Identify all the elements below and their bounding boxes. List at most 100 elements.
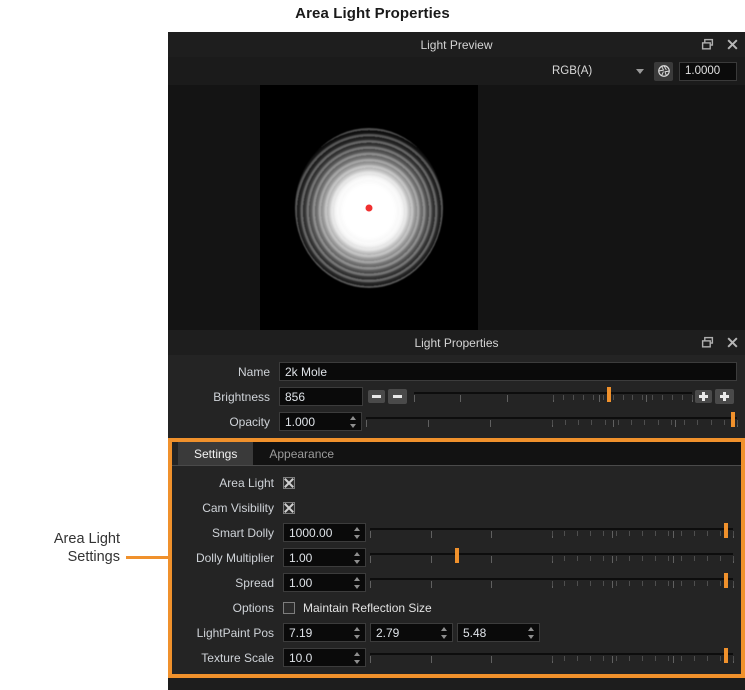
tab-appearance[interactable]: Appearance	[253, 442, 351, 465]
maintain-reflection-size-checkbox[interactable]	[283, 601, 295, 614]
maintain-reflection-size-cell[interactable]: Maintain Reflection Size	[283, 601, 733, 615]
label-cam-visibility: Cam Visibility	[202, 500, 274, 515]
tab-settings[interactable]: Settings	[178, 442, 254, 465]
smart-dolly-stepper[interactable]	[351, 524, 363, 541]
light-center-marker	[365, 204, 373, 211]
restore-icon[interactable]	[701, 336, 714, 349]
dolly-multiplier-stepper[interactable]	[351, 549, 363, 566]
light-preview-window-buttons	[701, 32, 739, 57]
label-texture-scale: Texture Scale	[201, 650, 274, 665]
dolly-multiplier-slider-track	[370, 553, 733, 555]
light-properties-titlebar: Light Properties	[168, 330, 745, 355]
area-light-settings-panel: Settings Appearance Area Light Cam Visib…	[168, 438, 745, 678]
opacity-slider-ticks	[366, 420, 738, 427]
brightness-slider-handle[interactable]	[606, 387, 611, 402]
spread-slider-ticks	[370, 581, 734, 588]
row-area-light: Area Light	[172, 470, 741, 495]
dolly-multiplier-value: 1.00	[289, 550, 313, 565]
row-dolly-multiplier: Dolly Multiplier 1.00	[172, 545, 741, 570]
chevron-down-icon	[636, 68, 644, 74]
smart-dolly-slider-handle[interactable]	[723, 523, 728, 538]
texture-scale-slider-track	[370, 653, 733, 655]
channel-toolbar: RGB(A) 1.0000	[168, 57, 745, 85]
application-window: Light Preview RGB(A) 1.0000 Light Proper…	[168, 32, 745, 690]
row-brightness: Brightness 856	[168, 384, 745, 409]
light-properties-body: Name 2k Mole Brightness 856 Opacity 1.00…	[168, 355, 745, 438]
light-preview-viewport[interactable]	[168, 85, 745, 330]
brightness-minus-small-button[interactable]	[368, 390, 385, 403]
spread-slider-handle[interactable]	[723, 573, 728, 588]
lightpaint-pos-z-input[interactable]: 5.48	[457, 623, 540, 642]
area-light-checkbox-cell	[283, 476, 733, 489]
name-input[interactable]: 2k Mole	[279, 362, 737, 381]
lightpaint-pos-x-input[interactable]: 7.19	[283, 623, 366, 642]
screenshot-root: Area Light Properties Area Light Setting…	[0, 0, 745, 690]
smart-dolly-value: 1000.00	[289, 525, 333, 540]
brightness-decrement-group	[368, 389, 410, 404]
label-area-light: Area Light	[219, 475, 274, 490]
texture-scale-stepper[interactable]	[351, 649, 363, 666]
brightness-value: 856	[285, 389, 306, 404]
annotation-line-1: Area Light	[53, 531, 120, 547]
opacity-input[interactable]: 1.000	[279, 412, 362, 431]
row-lightpaint-pos: LightPaint Pos 7.19 2.79 5.48	[172, 620, 741, 645]
close-icon[interactable]	[726, 38, 739, 51]
spread-value: 1.00	[289, 575, 313, 590]
tabbar-filler	[350, 442, 741, 465]
light-properties-title: Light Properties	[414, 335, 499, 350]
opacity-stepper[interactable]	[347, 413, 359, 430]
label-lightpaint-pos: LightPaint Pos	[196, 625, 274, 640]
opacity-value: 1.000	[285, 414, 316, 429]
row-cam-visibility: Cam Visibility	[172, 495, 741, 520]
dolly-multiplier-input[interactable]: 1.00	[283, 548, 366, 567]
annotation-area-light-settings: Area Light Settings	[8, 530, 120, 566]
smart-dolly-slider[interactable]	[370, 523, 734, 542]
dolly-multiplier-slider-ticks	[370, 556, 734, 563]
dolly-multiplier-slider[interactable]	[370, 548, 734, 567]
brightness-input[interactable]: 856	[279, 387, 363, 406]
aperture-icon[interactable]	[654, 61, 673, 81]
brightness-plus-small-button[interactable]	[695, 390, 712, 403]
row-spread: Spread 1.00	[172, 570, 741, 595]
close-icon[interactable]	[726, 336, 739, 349]
opacity-slider[interactable]	[366, 412, 738, 431]
row-name: Name 2k Mole	[168, 359, 745, 384]
brightness-increment-group	[695, 389, 737, 404]
exposure-input[interactable]: 1.0000	[679, 61, 737, 81]
brightness-plus-large-button[interactable]	[715, 389, 734, 404]
tab-appearance-label: Appearance	[269, 446, 335, 461]
spread-input[interactable]: 1.00	[283, 573, 366, 592]
lightpaint-pos-y-input[interactable]: 2.79	[370, 623, 453, 642]
annotation-line-2: Settings	[67, 549, 120, 566]
restore-icon[interactable]	[701, 38, 714, 51]
tab-settings-label: Settings	[194, 446, 238, 461]
label-name: Name	[237, 364, 270, 379]
texture-scale-input[interactable]: 10.0	[283, 648, 366, 667]
smart-dolly-input[interactable]: 1000.00	[283, 523, 366, 542]
lightpaint-pos-x-stepper[interactable]	[351, 624, 363, 641]
texture-scale-slider-ticks	[370, 656, 734, 663]
row-opacity: Opacity 1.000	[168, 409, 745, 434]
opacity-slider-track	[366, 417, 737, 419]
spread-stepper[interactable]	[351, 574, 363, 591]
light-preview-title: Light Preview	[420, 37, 493, 52]
brightness-slider[interactable]	[414, 387, 693, 406]
settings-tabbar: Settings Appearance	[172, 442, 741, 466]
lightpaint-pos-x-value: 7.19	[289, 625, 313, 640]
cam-visibility-checkbox[interactable]	[283, 501, 295, 514]
lightpaint-pos-y-stepper[interactable]	[438, 624, 450, 641]
texture-scale-slider-handle[interactable]	[723, 648, 728, 663]
area-light-checkbox[interactable]	[283, 476, 295, 489]
texture-scale-slider[interactable]	[370, 648, 734, 667]
lightpaint-pos-z-stepper[interactable]	[525, 624, 537, 641]
brightness-minus-large-button[interactable]	[388, 389, 407, 404]
label-options: Options	[232, 600, 274, 615]
light-properties-window-buttons	[701, 330, 739, 355]
label-brightness: Brightness	[213, 389, 270, 404]
maintain-reflection-size-label: Maintain Reflection Size	[303, 600, 432, 615]
spread-slider[interactable]	[370, 573, 734, 592]
channel-select[interactable]: RGB(A)	[546, 61, 648, 81]
opacity-slider-handle[interactable]	[731, 412, 736, 427]
dolly-multiplier-slider-handle[interactable]	[455, 548, 460, 563]
brightness-slider-track	[414, 392, 692, 394]
